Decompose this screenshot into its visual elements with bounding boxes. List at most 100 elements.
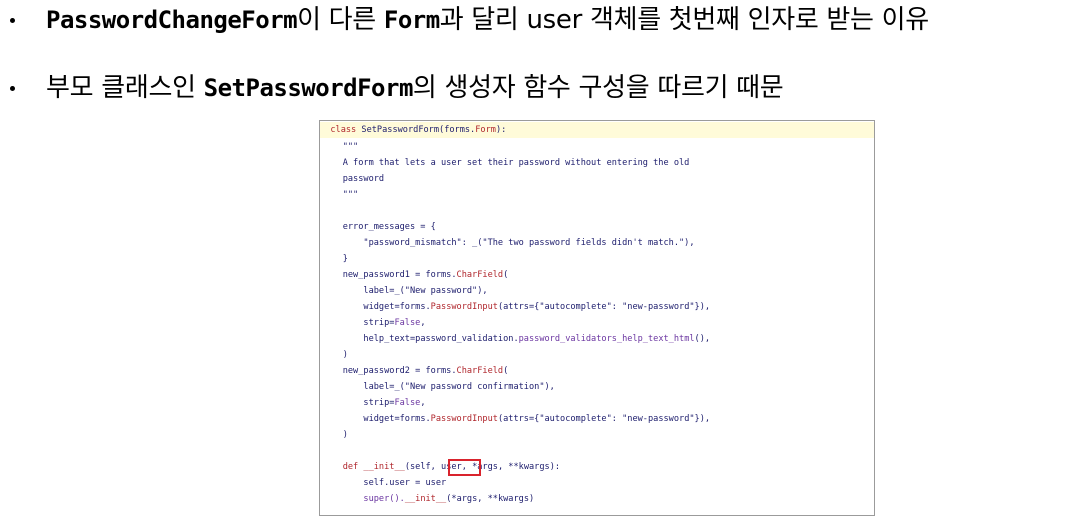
code-token: widget=forms.	[363, 414, 431, 424]
code-line-19: widget=forms.PasswordInput(attrs={"autoc…	[322, 411, 710, 427]
bullet-dot	[10, 18, 15, 23]
code-line-20: )	[322, 427, 348, 443]
bullet-1-code-1: PasswordChangeForm	[46, 6, 298, 34]
code-token: (	[503, 366, 509, 376]
code-token: ):	[495, 125, 507, 135]
code-token: False	[394, 398, 421, 408]
code-screenshot: class SetPasswordForm(forms.Form): """ A…	[319, 120, 875, 516]
code-line-17: label=_("New password confirmation"),	[322, 379, 555, 395]
code-token: label=_("New password confirmation"),	[363, 382, 555, 392]
code-line-14: help_text=password_validation.password_v…	[322, 331, 710, 347]
code-token: SetPasswordForm(forms.	[361, 125, 476, 135]
code-line-5: """	[322, 187, 359, 203]
code-token: }	[342, 254, 348, 264]
code-token: new_password2 = forms.	[342, 366, 457, 376]
code-token: Form	[475, 125, 496, 135]
code-token: )	[342, 430, 348, 440]
code-token: strip=	[363, 318, 395, 328]
code-token: new_password1 = forms.	[342, 270, 457, 280]
bullet-1: PasswordChangeForm이 다른 Form과 달리 user 객체를…	[0, 2, 1091, 38]
code-line-18: strip=False,	[322, 395, 426, 411]
code-line-15: )	[322, 347, 348, 363]
code-token: help_text=password_validation.	[363, 334, 519, 344]
code-token: False	[394, 318, 421, 328]
code-token: "password_mismatch": _("The two password…	[363, 238, 695, 248]
code-token: (attrs={"autocomplete": "new-password"})…	[497, 414, 711, 424]
bullet-1-text-2: 과 달리 user 객체를 첫번째 인자로 받는 이유	[439, 5, 929, 35]
bullet-1-code-2: Form	[383, 6, 440, 34]
code-line-11: label=_("New password"),	[322, 283, 488, 299]
code-line-2: """	[322, 139, 359, 155]
bullet-2: 부모 클래스인 SetPasswordForm의 생성자 함수 구성을 따르기 …	[0, 70, 1091, 106]
code-token: super().	[363, 494, 405, 504]
code-token: """	[342, 142, 359, 152]
code-token: """	[342, 190, 359, 200]
code-line-3: A form that lets a user set their passwo…	[322, 155, 690, 171]
code-token: label=_("New password"),	[363, 286, 488, 296]
code-line-8: "password_mismatch": _("The two password…	[322, 235, 695, 251]
code-line-7: error_messages = {	[322, 219, 436, 235]
code-token: widget=forms.	[363, 302, 431, 312]
code-token: (*args, **kwargs)	[446, 494, 535, 504]
code-line-16: new_password2 = forms.CharField(	[322, 363, 509, 379]
code-token: CharField	[456, 270, 504, 280]
code-token: class	[330, 125, 362, 135]
code-token: strip=	[363, 398, 395, 408]
code-token: PasswordInput	[430, 302, 498, 312]
code-token: self.user = user	[363, 478, 447, 488]
code-token: password_validators_help_text_html	[518, 334, 695, 344]
code-token: def	[342, 462, 364, 472]
code-token: password	[342, 174, 385, 184]
bullet-2-code-1: SetPasswordForm	[203, 74, 414, 102]
code-token: CharField	[456, 366, 504, 376]
bullet-1-text: PasswordChangeForm이 다른 Form과 달리 user 객체를…	[46, 2, 929, 38]
bullet-2-text-1: 부모 클래스인	[46, 73, 204, 103]
code-token: (attrs={"autocomplete": "new-password"})…	[497, 302, 711, 312]
code-token: )	[342, 350, 348, 360]
code-line-4: password	[322, 171, 384, 187]
bullet-dot	[10, 86, 15, 91]
code-line-9: }	[322, 251, 348, 267]
code-token: (self,	[404, 462, 442, 472]
code-token: (),	[694, 334, 711, 344]
bullet-1-text-1: 이 다른	[297, 5, 384, 35]
code-line-24: super().__init__(*args, **kwargs)	[322, 491, 534, 507]
code-line-23: self.user = user	[322, 475, 446, 491]
code-line-13: strip=False,	[322, 315, 426, 331]
code-token: A form that lets a user set their passwo…	[342, 158, 690, 168]
code-token: __init__	[363, 462, 405, 472]
bullet-2-text-2: 의 생성자 함수 구성을 따르기 때문	[412, 73, 784, 103]
code-token: ,	[420, 398, 426, 408]
code-line-10: new_password1 = forms.CharField(	[322, 267, 509, 283]
code-line-22: def __init__(self, user, *args, **kwargs…	[322, 459, 560, 475]
code-line-12: widget=forms.PasswordInput(attrs={"autoc…	[322, 299, 710, 315]
code-token: PasswordInput	[430, 414, 498, 424]
code-token: error_messages = {	[342, 222, 436, 232]
bullet-2-text: 부모 클래스인 SetPasswordForm의 생성자 함수 구성을 따르기 …	[46, 70, 784, 106]
code-line-1: class SetPasswordForm(forms.Form):	[320, 122, 874, 138]
code-token: __init__	[404, 494, 447, 504]
code-token: ,	[420, 318, 426, 328]
code-token: (	[503, 270, 509, 280]
